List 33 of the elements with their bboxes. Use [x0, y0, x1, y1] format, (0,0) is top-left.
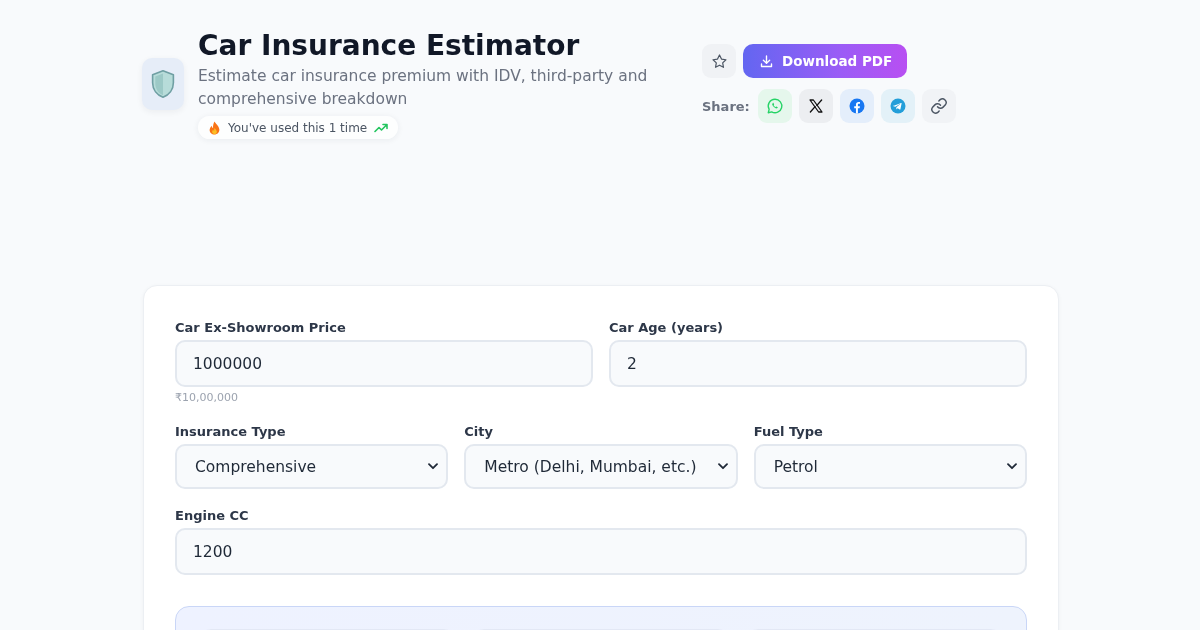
field-label: City — [464, 423, 494, 441]
field-label: Fuel Type — [753, 423, 824, 441]
share-button[interactable] — [921, 89, 956, 123]
download-icon — [759, 53, 774, 69]
field-label: Car Ex-Showroom Price — [175, 319, 347, 337]
whatsapp-icon — [765, 97, 784, 115]
input-field[interactable]: 1000000 — [175, 340, 593, 387]
link-icon — [929, 97, 948, 115]
input-field[interactable]: 1200 — [175, 528, 1027, 575]
usage-text: You've used this 1 time — [228, 120, 368, 135]
favorite-button[interactable] — [702, 44, 736, 78]
field-hint: ₹10,00,000 — [175, 391, 239, 405]
page-subtitle: Estimate car insurance premium with IDV, third-party and comprehensive breakdown — [198, 66, 649, 110]
chevron-icon — [717, 463, 728, 470]
input-field[interactable]: 2 — [609, 340, 1027, 387]
download-pdf-button[interactable]: Download PDF — [743, 44, 908, 78]
shield-icon — [142, 57, 184, 110]
chevron-icon — [1007, 463, 1017, 470]
page-title: Car Insurance Estimator — [198, 28, 581, 64]
field-label: Engine CC — [175, 507, 250, 525]
star-icon — [710, 52, 728, 70]
share-label: Share: — [702, 98, 750, 114]
chevron-icon — [428, 463, 439, 470]
dropdown[interactable]: Metro (Delhi, Mumbai, etc.) — [464, 444, 738, 489]
field-label: Insurance Type — [175, 423, 287, 441]
field-label: Car Age (years) — [609, 319, 725, 337]
dropdown[interactable]: Petrol — [753, 444, 1027, 489]
telegram-icon — [888, 97, 907, 115]
dropdown[interactable]: Comprehensive — [175, 444, 449, 489]
facebook-icon — [847, 97, 866, 115]
flame-icon — [208, 120, 221, 135]
trend-up-icon — [374, 122, 389, 133]
share-button[interactable] — [798, 89, 833, 123]
